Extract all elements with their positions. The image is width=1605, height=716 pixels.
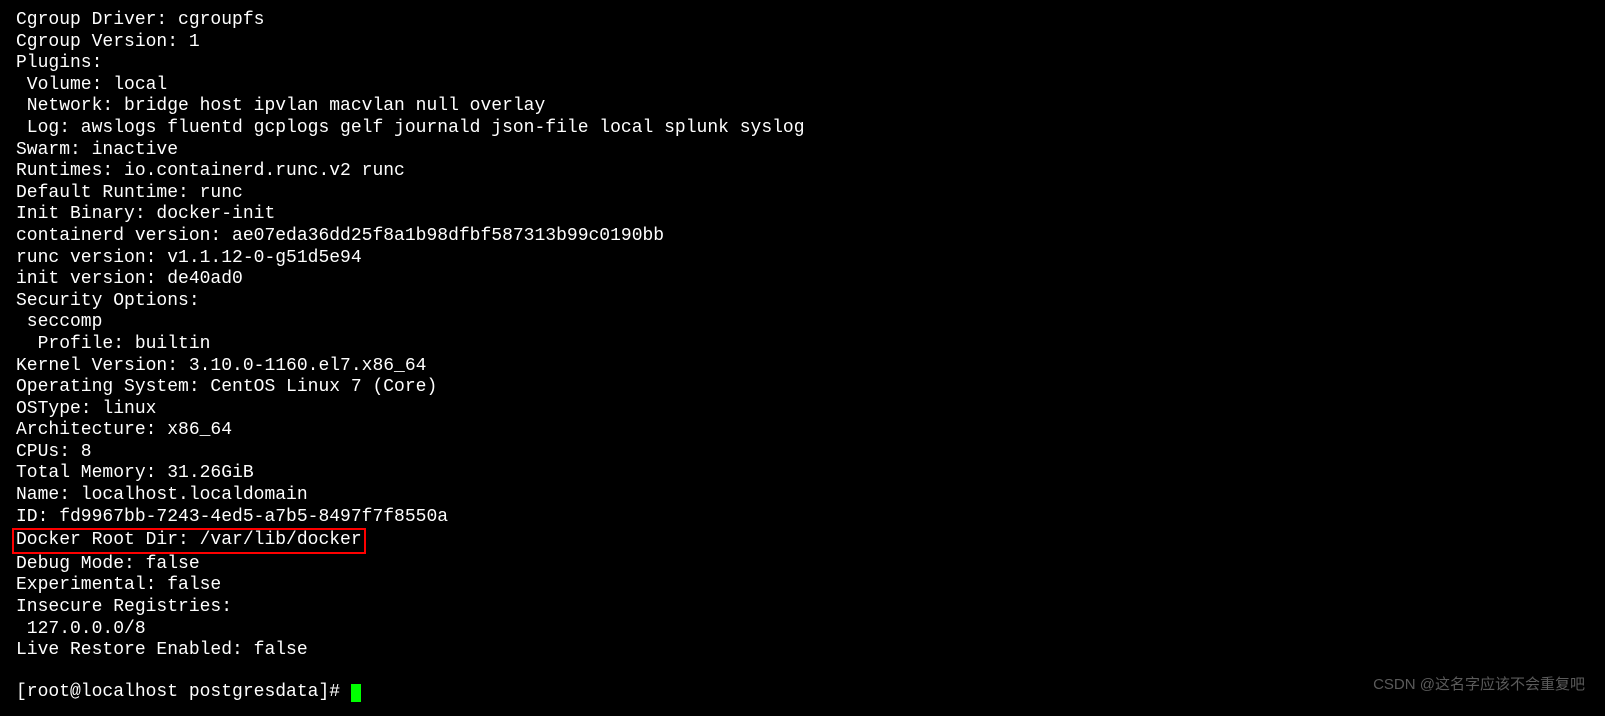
output-line: Kernel Version: 3.10.0-1160.el7.x86_64 <box>16 356 1589 378</box>
highlight-box: Docker Root Dir: /var/lib/docker <box>12 528 366 554</box>
output-line: ID: fd9967bb-7243-4ed5-a7b5-8497f7f8550a <box>16 507 1589 529</box>
output-line: Live Restore Enabled: false <box>16 640 1589 662</box>
output-line: Debug Mode: false <box>16 554 1589 576</box>
output-line: Cgroup Driver: cgroupfs <box>16 10 1589 32</box>
output-line: Default Runtime: runc <box>16 183 1589 205</box>
prompt-text: [root@localhost postgresdata]# <box>16 682 351 702</box>
output-line: Volume: local <box>16 75 1589 97</box>
output-line: Profile: builtin <box>16 334 1589 356</box>
cursor <box>351 684 361 702</box>
output-line: 127.0.0.0/8 <box>16 619 1589 641</box>
output-line: Experimental: false <box>16 575 1589 597</box>
output-line: Network: bridge host ipvlan macvlan null… <box>16 96 1589 118</box>
output-line: Plugins: <box>16 53 1589 75</box>
output-line: Security Options: <box>16 291 1589 313</box>
output-line: Runtimes: io.containerd.runc.v2 runc <box>16 161 1589 183</box>
output-line: Operating System: CentOS Linux 7 (Core) <box>16 377 1589 399</box>
output-line: Log: awslogs fluentd gcplogs gelf journa… <box>16 118 1589 140</box>
output-line: OSType: linux <box>16 399 1589 421</box>
highlighted-docker-root-dir: Docker Root Dir: /var/lib/docker <box>16 528 1589 554</box>
command-prompt-line[interactable]: [root@localhost postgresdata]# <box>16 682 1589 704</box>
output-line: Init Binary: docker-init <box>16 204 1589 226</box>
output-line: runc version: v1.1.12-0-g51d5e94 <box>16 248 1589 270</box>
terminal-output: Cgroup Driver: cgroupfs Cgroup Version: … <box>16 10 1589 662</box>
output-line: CPUs: 8 <box>16 442 1589 464</box>
output-line: Insecure Registries: <box>16 597 1589 619</box>
output-line: Swarm: inactive <box>16 140 1589 162</box>
output-line: init version: de40ad0 <box>16 269 1589 291</box>
output-line: seccomp <box>16 312 1589 334</box>
output-line: containerd version: ae07eda36dd25f8a1b98… <box>16 226 1589 248</box>
output-line: Cgroup Version: 1 <box>16 32 1589 54</box>
output-line: Total Memory: 31.26GiB <box>16 463 1589 485</box>
output-line: Architecture: x86_64 <box>16 420 1589 442</box>
output-line: Name: localhost.localdomain <box>16 485 1589 507</box>
watermark: CSDN @这名字应该不会重复吧 <box>1373 676 1585 694</box>
